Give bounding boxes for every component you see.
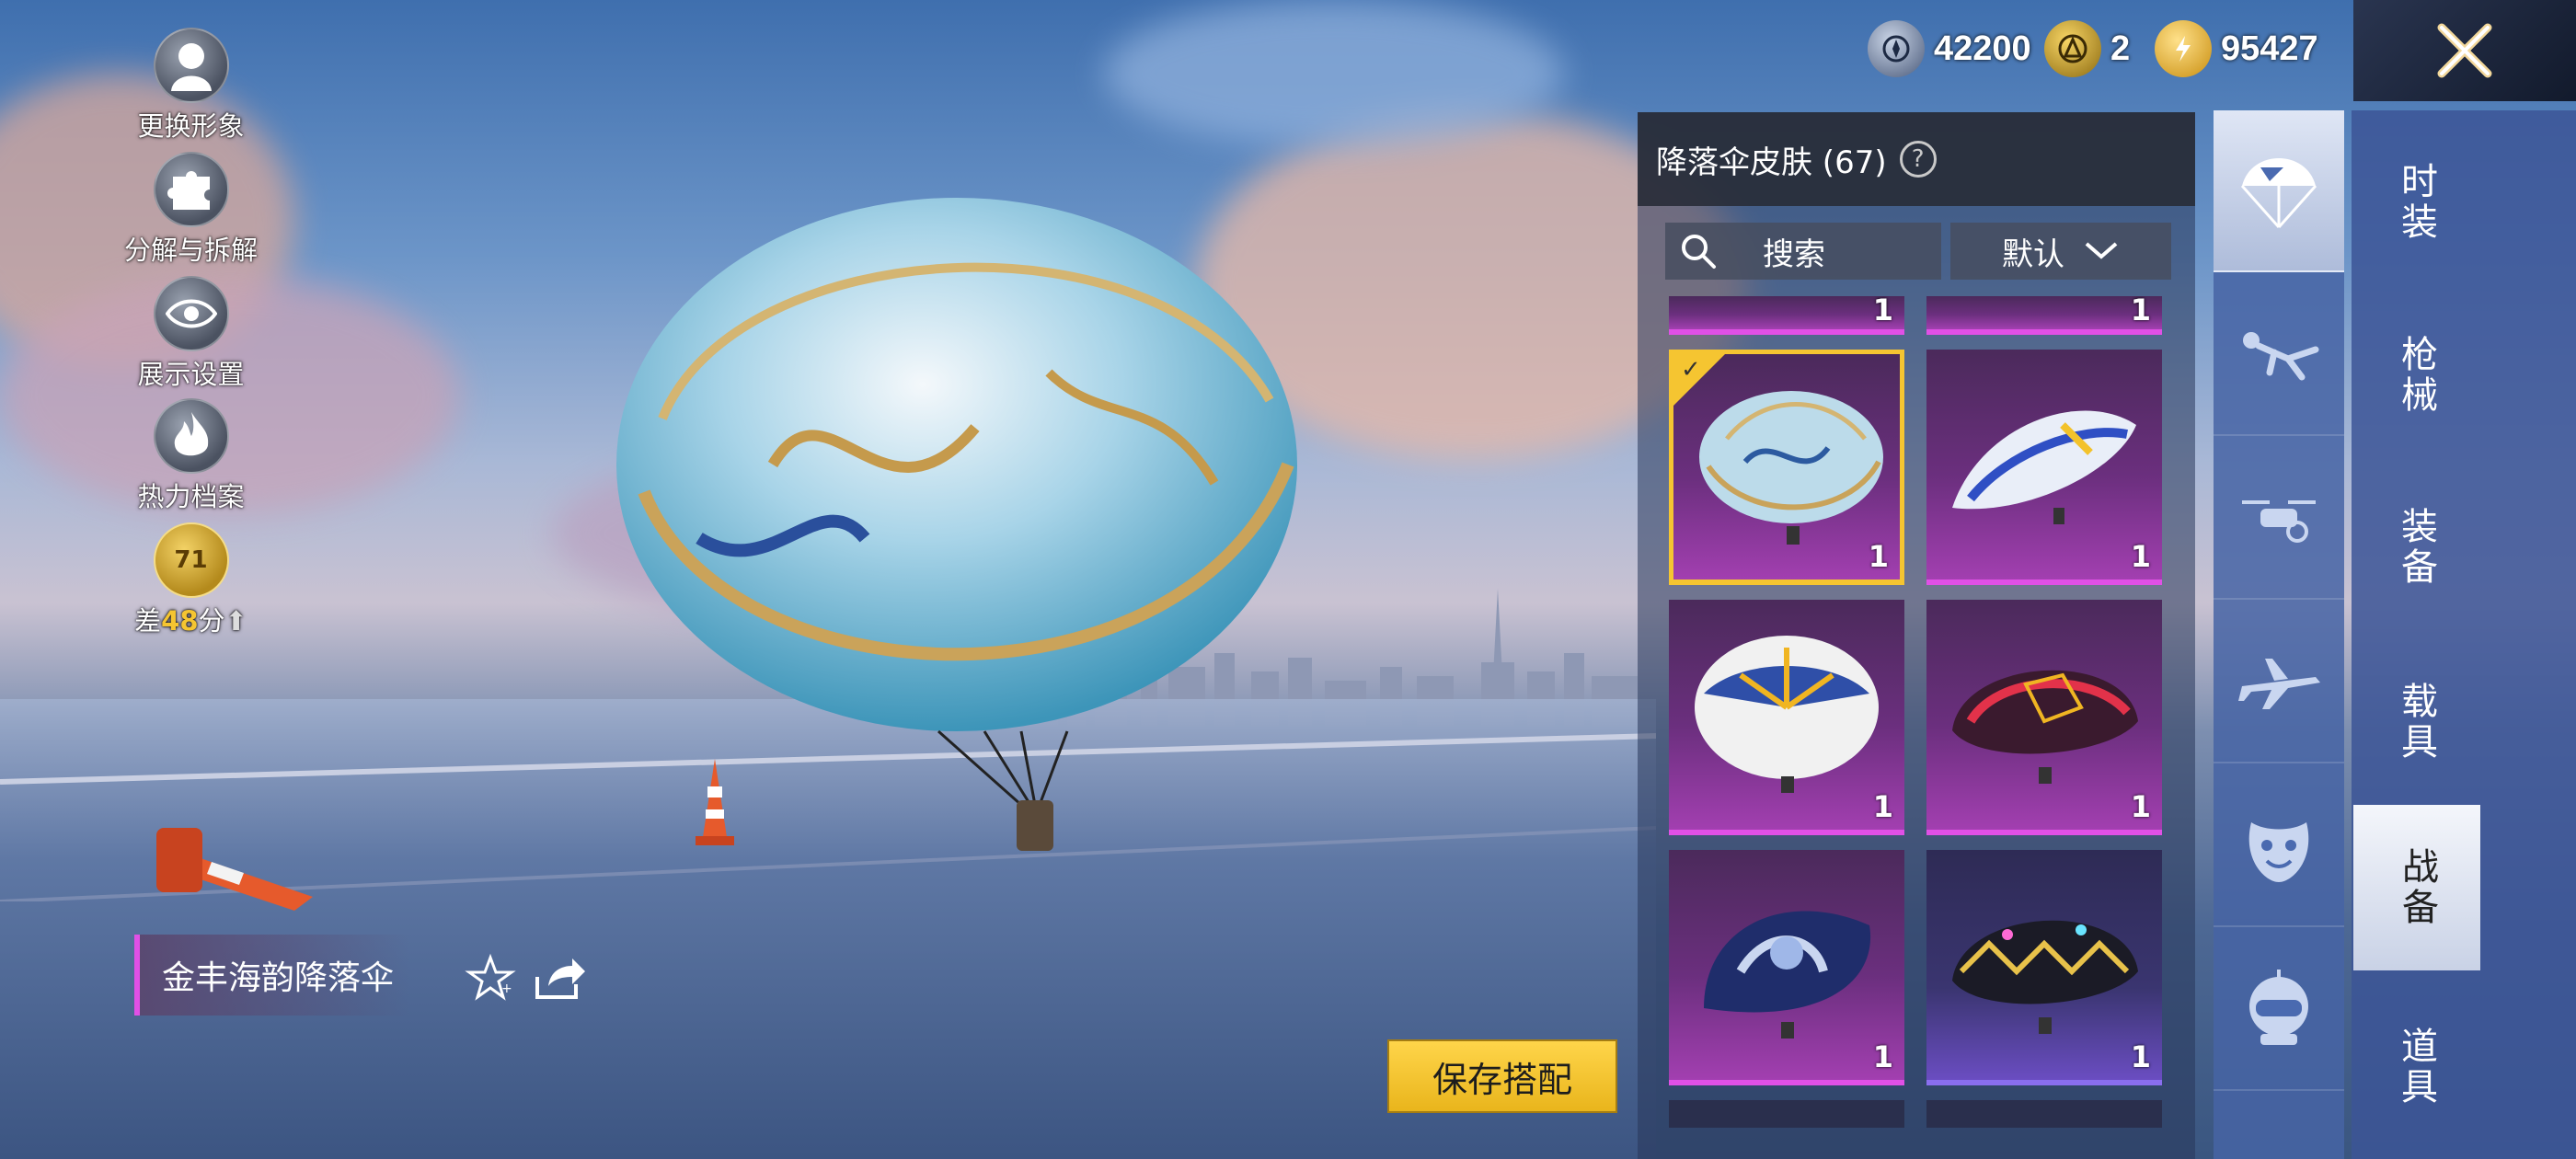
- display-settings-button[interactable]: 展示设置: [110, 276, 271, 392]
- subcategory-parachute[interactable]: [2214, 110, 2344, 272]
- subcategory-column: [2214, 110, 2344, 1159]
- parachute-thumb-icon: [1952, 410, 2136, 524]
- silver-currency[interactable]: 42200: [1868, 20, 2031, 77]
- close-icon: [2437, 23, 2492, 78]
- search-icon: [1682, 235, 1716, 269]
- inventory-item-partial[interactable]: [1669, 1100, 1904, 1128]
- arrow-up-icon: ⬆: [224, 605, 247, 637]
- item-name-box: 金丰海韵降落伞: [134, 935, 410, 1016]
- parachute-preview[interactable]: [589, 189, 1325, 869]
- category-column: 时装 枪械 装备 载具 战备 道具: [2352, 110, 2576, 1159]
- item-count: 1: [1872, 296, 1893, 327]
- sort-label: 默认: [2002, 235, 2064, 273]
- score-value: 48: [161, 605, 199, 637]
- drone-icon: [2242, 500, 2316, 543]
- heat-record-button[interactable]: 热力档案: [110, 398, 271, 514]
- change-avatar-button[interactable]: 更换形象: [110, 28, 271, 143]
- emote-face-icon: [2248, 822, 2309, 882]
- tab-weapons[interactable]: 枪械: [2352, 293, 2480, 458]
- tab-vehicles[interactable]: 载具: [2352, 639, 2480, 805]
- item-count: 1: [2130, 789, 2151, 824]
- svg-text:+: +: [501, 981, 512, 996]
- subcategory-emote[interactable]: [2214, 765, 2344, 927]
- search-input[interactable]: 搜索: [1665, 223, 1941, 280]
- gold-currency[interactable]: 95427: [2155, 20, 2318, 77]
- item-name: 金丰海韵降落伞: [162, 959, 395, 997]
- close-button[interactable]: [2353, 0, 2576, 101]
- side-label: 更换形象: [137, 110, 245, 142]
- parachute-icon: [2240, 158, 2317, 228]
- inventory-header: 降落伞皮肤 (67) ?: [1638, 112, 2195, 206]
- eye-icon: [153, 276, 229, 351]
- item-count: 1: [2130, 1039, 2151, 1074]
- flame-icon: [153, 398, 229, 474]
- subcategory-robot[interactable]: [2214, 929, 2344, 1091]
- silver-coin-icon: [1868, 20, 1925, 77]
- puzzle-icon: [153, 152, 229, 227]
- inventory-panel: 降落伞皮肤 (67) ? 搜索 默认 1 1 ✓ 1 1 1 1 1 1: [1638, 112, 2195, 1159]
- inventory-item[interactable]: 1: [1669, 850, 1904, 1085]
- parachute-thumb-icon: [1952, 670, 2138, 784]
- sort-dropdown[interactable]: 默认: [1950, 223, 2171, 280]
- side-label: 展示设置: [137, 359, 245, 390]
- item-count: 1: [2130, 296, 2151, 327]
- inventory-item[interactable]: 1: [1926, 850, 2162, 1085]
- score-suffix: 分: [198, 605, 225, 637]
- parachute-thumb-icon: [1952, 920, 2138, 1034]
- inventory-item-partial[interactable]: [1926, 1100, 2162, 1128]
- rank-level: 71: [174, 546, 208, 574]
- score-prefix: 差: [134, 605, 162, 637]
- tab-outfit[interactable]: 时装: [2352, 120, 2480, 285]
- token-coin-icon: [2044, 20, 2101, 77]
- inventory-item-selected[interactable]: ✓ 1: [1669, 350, 1904, 585]
- gold-coin-icon: [2155, 20, 2212, 77]
- silver-amount: 42200: [1934, 29, 2031, 68]
- avatar-icon: [153, 28, 229, 103]
- inventory-item[interactable]: 1: [1669, 600, 1904, 835]
- gold-amount: 95427: [2221, 29, 2318, 68]
- search-placeholder: 搜索: [1763, 235, 1825, 273]
- rank-badge-icon: 71: [153, 522, 229, 598]
- subcategory-drone[interactable]: [2214, 438, 2344, 600]
- score-badge[interactable]: 71 差48分⬆: [110, 522, 271, 638]
- inventory-item-partial[interactable]: 1: [1669, 296, 1904, 335]
- item-count: 1: [1868, 539, 1889, 574]
- parachute-thumb-icon: [1704, 911, 1871, 1039]
- tab-items[interactable]: 道具: [2352, 984, 2480, 1150]
- favorite-star-icon[interactable]: +: [465, 952, 516, 1004]
- decompose-button[interactable]: 分解与拆解: [110, 152, 271, 268]
- sky-cloud: [1104, 0, 1564, 147]
- parachute-thumb-icon: [1699, 391, 1883, 545]
- help-icon[interactable]: ?: [1899, 141, 1937, 178]
- item-count: 1: [1872, 1039, 1893, 1074]
- item-count: 1: [2130, 539, 2151, 574]
- airplane-icon: [2238, 659, 2320, 709]
- subcategory-aircraft[interactable]: [2214, 602, 2344, 763]
- tab-equipment[interactable]: 装备: [2352, 465, 2480, 630]
- side-label: 热力档案: [137, 481, 245, 512]
- robot-icon: [2249, 970, 2308, 1045]
- side-label: 分解与拆解: [123, 235, 258, 266]
- subcategory-skydive[interactable]: [2214, 274, 2344, 436]
- item-count: 1: [1872, 789, 1893, 824]
- skydiver-icon: [2243, 332, 2319, 381]
- tab-war-gear[interactable]: 战备: [2353, 805, 2480, 970]
- inventory-item[interactable]: 1: [1926, 600, 2162, 835]
- token-currency[interactable]: 2: [2044, 20, 2130, 77]
- save-outfit-button[interactable]: 保存搭配: [1387, 1039, 1617, 1113]
- inventory-title: 降落伞皮肤 (67): [1656, 143, 1887, 181]
- chevron-down-icon: [2085, 242, 2118, 259]
- inventory-item-partial[interactable]: 1: [1926, 296, 2162, 335]
- score-diff-label: 差48分⬆: [110, 600, 271, 638]
- parachute-thumb-icon: [1695, 636, 1879, 793]
- share-icon[interactable]: [532, 949, 587, 1004]
- traffic-cone: [156, 828, 313, 911]
- token-amount: 2: [2110, 29, 2131, 68]
- inventory-item[interactable]: 1: [1926, 350, 2162, 585]
